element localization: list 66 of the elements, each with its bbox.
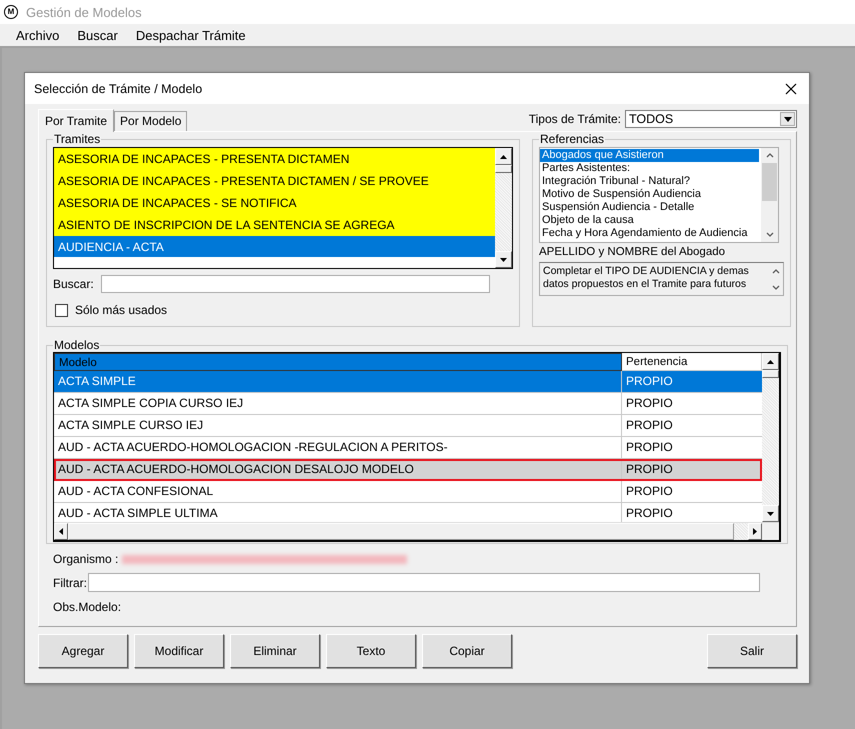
group-title: Tramites xyxy=(53,132,102,146)
type-dropdown[interactable]: TODOS xyxy=(625,110,797,128)
list-item[interactable]: ASESORIA DE INCAPACES - PRESENTA DICTAMEN / SE PROVEE xyxy=(54,170,495,192)
menu-item[interactable]: Buscar xyxy=(68,28,127,42)
scroll-thumb[interactable] xyxy=(762,163,777,201)
dialog-title: Selección de Trámite / Modelo xyxy=(34,82,202,96)
scrollbar[interactable] xyxy=(495,148,512,268)
search-field[interactable] xyxy=(100,275,490,293)
scrollbar-corner xyxy=(762,523,779,540)
up-chevron-icon[interactable] xyxy=(772,268,780,274)
list-item[interactable]: Motivo de Suspensión Audiencia xyxy=(540,188,759,201)
field-label: Tipos de Trámite: xyxy=(528,112,621,126)
scroll-thumb[interactable] xyxy=(495,165,512,173)
table-row[interactable]: ACTA SIMPLE CURSO IEJ PROPIO xyxy=(54,415,762,437)
down-chevron-icon[interactable] xyxy=(766,232,774,237)
list-item[interactable]: Objeto de la causa xyxy=(540,214,759,227)
list-item[interactable]: ASIENTO DE INSCRIPCION DE LA SENTENCIA SE AGREGA xyxy=(54,214,495,236)
list-item[interactable]: Abogados que Asistieron xyxy=(540,149,759,162)
tab[interactable]: Por Modelo xyxy=(114,111,188,131)
note-field[interactable]: Completar el TIPO DE AUDIENCIA y demas datos propuestos en el Tramite para futuros xyxy=(539,262,784,296)
scrollbar[interactable] xyxy=(762,353,779,522)
down-arrow-icon[interactable] xyxy=(767,512,774,516)
app-logo-icon: M xyxy=(4,5,18,19)
table-row[interactable]: AUD - ACTA CONFESIONAL PROPIO xyxy=(54,481,762,503)
close-icon[interactable] xyxy=(785,82,797,94)
list-item[interactable]: ASESORIA DE INCAPACES - SE NOTIFICA xyxy=(54,192,495,214)
checkbox[interactable] xyxy=(55,304,68,316)
app-title: Gestión de Modelos xyxy=(26,4,142,20)
filter-field[interactable] xyxy=(88,573,760,592)
field-label: APELLIDO y NOMBRE del Abogado xyxy=(539,246,726,258)
table-row[interactable]: AUD - ACTA ACUERDO-HOMOLOGACION DESALOJO MODELO PROPIO xyxy=(54,459,762,481)
action-button[interactable]: Agregar xyxy=(38,634,128,668)
group-title: Modelos xyxy=(53,338,100,352)
field-label: Obs.Modelo: xyxy=(53,600,122,614)
scroll-thumb[interactable] xyxy=(762,370,779,378)
down-arrow-icon[interactable] xyxy=(500,258,507,262)
dropdown-arrow-icon xyxy=(784,116,792,122)
right-arrow-icon[interactable] xyxy=(753,528,757,535)
exit-button[interactable]: Salir xyxy=(707,634,797,668)
menu-item[interactable]: Archivo xyxy=(7,28,68,42)
action-button[interactable]: Copiar xyxy=(422,634,512,668)
field-label: Buscar: xyxy=(53,277,94,291)
group-title: Referencias xyxy=(539,132,606,146)
down-chevron-icon[interactable] xyxy=(772,284,780,290)
column-header[interactable]: Modelo xyxy=(54,353,622,371)
up-arrow-icon[interactable] xyxy=(500,154,507,158)
up-chevron-icon[interactable] xyxy=(766,153,774,158)
up-arrow-icon[interactable] xyxy=(767,360,774,364)
list-item[interactable]: Fecha y Hora Agendamiento de Audiencia xyxy=(540,227,759,240)
checkbox-label: Sólo más usados xyxy=(75,303,168,317)
list-item[interactable]: ASESORIA DE INCAPACES - PRESENTA DICTAMEN xyxy=(54,148,495,170)
action-button[interactable]: Eliminar xyxy=(230,634,320,668)
tab[interactable]: Por Tramite xyxy=(38,109,114,132)
menu-item[interactable]: Despachar Trámite xyxy=(126,28,255,42)
list-item[interactable]: Suspensión Audiencia - Detalle xyxy=(540,201,759,214)
list-item[interactable]: AUDIENCIA - ACTA xyxy=(54,236,495,258)
table-row[interactable]: ACTA SIMPLE PROPIO xyxy=(54,371,762,393)
left-arrow-icon[interactable] xyxy=(59,528,63,535)
list-item[interactable]: Integración Tribunal - Natural? xyxy=(540,175,759,188)
action-button[interactable]: Texto xyxy=(326,634,416,668)
field-label: Filtrar: xyxy=(53,576,87,590)
table-row[interactable]: ACTA SIMPLE COPIA CURSO IEJ PROPIO xyxy=(54,393,762,415)
field-label: Organismo : xyxy=(53,552,118,566)
scrollbar[interactable] xyxy=(761,148,778,242)
action-button[interactable]: Modificar xyxy=(134,634,224,668)
list-item[interactable]: Partes Asistentes: xyxy=(540,162,759,175)
